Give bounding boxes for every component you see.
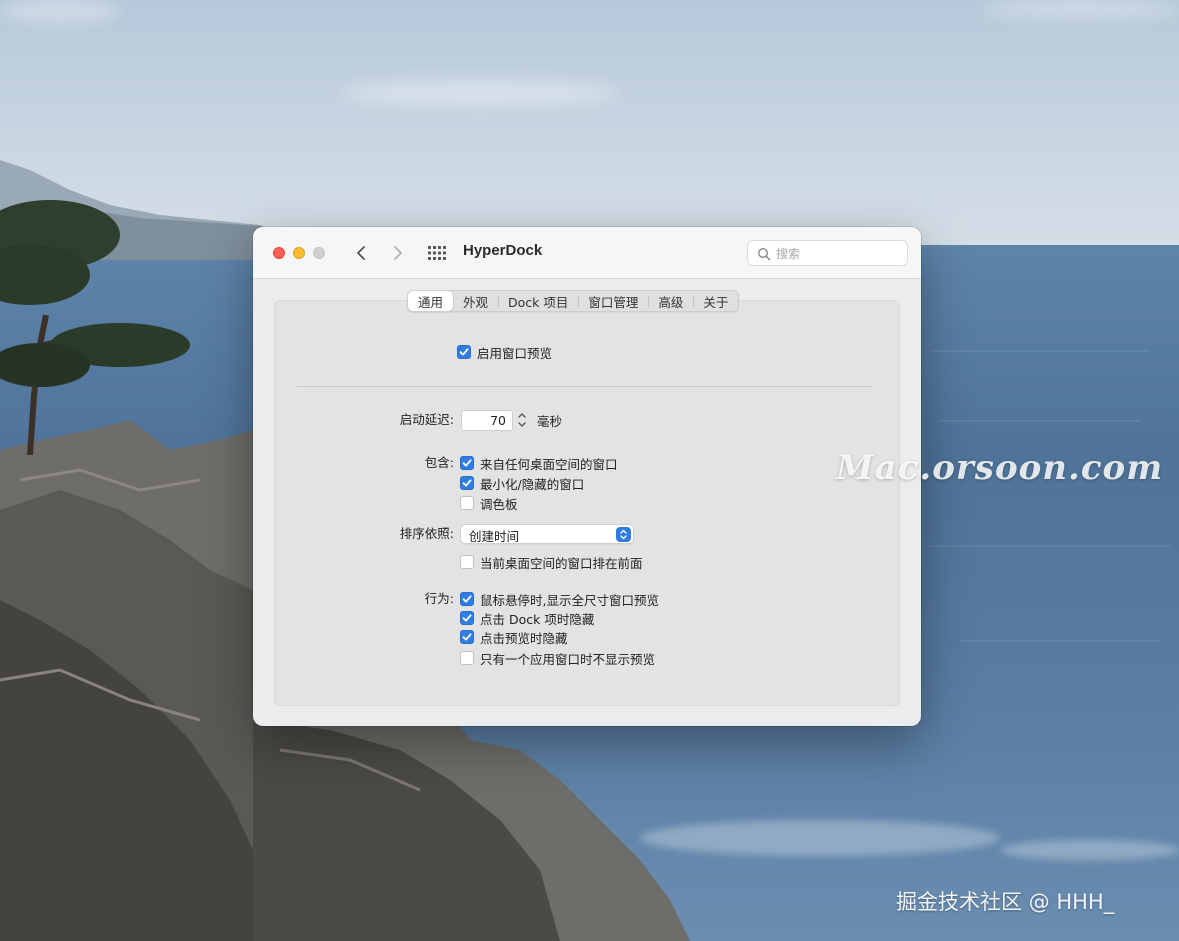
single-window-no-preview-label: 只有一个应用窗口时不显示预览 [480, 651, 656, 667]
checkmark-icon [462, 479, 472, 487]
settings-panel [274, 300, 900, 706]
wallpaper-wave [940, 420, 1140, 422]
wallpaper-cloud [340, 80, 620, 106]
behavior-option-hide-on-preview-click[interactable]: 点击预览时隐藏 [460, 628, 568, 646]
search-input[interactable] [776, 245, 901, 262]
delay-label: 启动延迟: [399, 412, 454, 427]
tab-window-management[interactable]: 窗口管理 [578, 291, 648, 311]
close-button[interactable] [273, 247, 285, 259]
hyperdock-preferences-window: HyperDock 通用 外观 Dock 项目 窗口管理 高级 关于 启用窗口预… [253, 227, 921, 726]
tab-general[interactable]: 通用 [408, 291, 454, 311]
window-titlebar: HyperDock [253, 227, 921, 279]
sort-current-space-first-option[interactable]: 当前桌面空间的窗口排在前面 [460, 553, 643, 571]
tab-bar: 通用 外观 Dock 项目 窗口管理 高级 关于 [407, 290, 740, 312]
behavior-label: 行为: [424, 591, 454, 606]
tab-advanced[interactable]: 高级 [648, 291, 693, 311]
wallpaper-cypress-tree [0, 200, 190, 455]
delay-input[interactable]: 70 [461, 410, 513, 431]
sort-select[interactable]: 创建时间 [460, 524, 634, 544]
checkmark-icon [462, 633, 472, 641]
enable-preview-label: 启用窗口预览 [477, 345, 553, 361]
include-palettes-label: 调色板 [480, 496, 518, 512]
checkmark-icon [459, 348, 469, 356]
wallpaper-wave [930, 350, 1150, 352]
hide-on-dock-click-checkbox[interactable] [460, 611, 474, 625]
credit-text: 掘金技术社区 @ HHH_ [896, 890, 1115, 914]
enable-preview-checkbox[interactable] [457, 345, 471, 359]
delay-stepper[interactable] [516, 409, 528, 431]
window-title: HyperDock [463, 242, 543, 259]
watermark-text: Mac.orsoon.com [836, 448, 1164, 488]
behavior-option-single-window[interactable]: 只有一个应用窗口时不显示预览 [460, 649, 655, 667]
sort-label: 排序依照: [399, 526, 454, 541]
select-arrows-icon [616, 527, 631, 542]
wallpaper-wave [960, 640, 1160, 642]
include-option-minimized[interactable]: 最小化/隐藏的窗口 [460, 474, 584, 492]
grid-icon [428, 246, 446, 260]
include-option-palettes[interactable]: 调色板 [460, 494, 518, 512]
back-button[interactable] [349, 241, 373, 265]
minimize-button[interactable] [293, 247, 305, 259]
hide-on-preview-click-checkbox[interactable] [460, 630, 474, 644]
checkmark-icon [462, 595, 472, 603]
include-palettes-checkbox[interactable] [460, 496, 474, 510]
current-space-first-checkbox[interactable] [460, 555, 474, 569]
behavior-option-hide-on-dock-click[interactable]: 点击 Dock 项时隐藏 [460, 609, 594, 627]
chevron-left-icon [357, 246, 365, 260]
behavior-option-fullsize-preview[interactable]: 鼠标悬停时,显示全尺寸窗口预览 [460, 590, 659, 608]
include-option-any-space[interactable]: 来自任何桌面空间的窗口 [460, 454, 618, 472]
include-any-space-checkbox[interactable] [460, 456, 474, 470]
checkmark-icon [462, 614, 472, 622]
search-field[interactable] [747, 240, 908, 266]
wallpaper-cloud [980, 0, 1179, 18]
tab-appearance[interactable]: 外观 [453, 291, 498, 311]
enable-preview-option[interactable]: 启用窗口预览 [457, 343, 552, 361]
checkmark-icon [462, 459, 472, 467]
fullsize-preview-label: 鼠标悬停时,显示全尺寸窗口预览 [480, 592, 659, 608]
hide-on-dock-click-label: 点击 Dock 项时隐藏 [480, 611, 595, 627]
forward-button[interactable] [386, 241, 410, 265]
search-icon [757, 247, 771, 261]
delay-unit: 毫秒 [537, 414, 563, 429]
show-all-button[interactable] [426, 243, 448, 263]
tab-dock-items[interactable]: Dock 项目 [498, 291, 578, 311]
hide-on-preview-click-label: 点击预览时隐藏 [480, 630, 568, 646]
current-space-first-label: 当前桌面空间的窗口排在前面 [480, 555, 643, 571]
include-any-space-label: 来自任何桌面空间的窗口 [480, 456, 618, 472]
sort-select-value: 创建时间 [469, 529, 520, 544]
include-label: 包含: [424, 455, 454, 470]
include-minimized-checkbox[interactable] [460, 476, 474, 490]
wallpaper-wave [930, 545, 1170, 547]
chevron-right-icon [394, 246, 402, 260]
fullsize-preview-checkbox[interactable] [460, 592, 474, 606]
tab-about[interactable]: 关于 [693, 291, 738, 311]
single-window-no-preview-checkbox[interactable] [460, 651, 474, 665]
wallpaper-foam [1000, 840, 1179, 860]
wallpaper-cloud [0, 0, 120, 22]
zoom-button[interactable] [313, 247, 325, 259]
section-divider [297, 386, 873, 387]
include-minimized-label: 最小化/隐藏的窗口 [480, 476, 585, 492]
